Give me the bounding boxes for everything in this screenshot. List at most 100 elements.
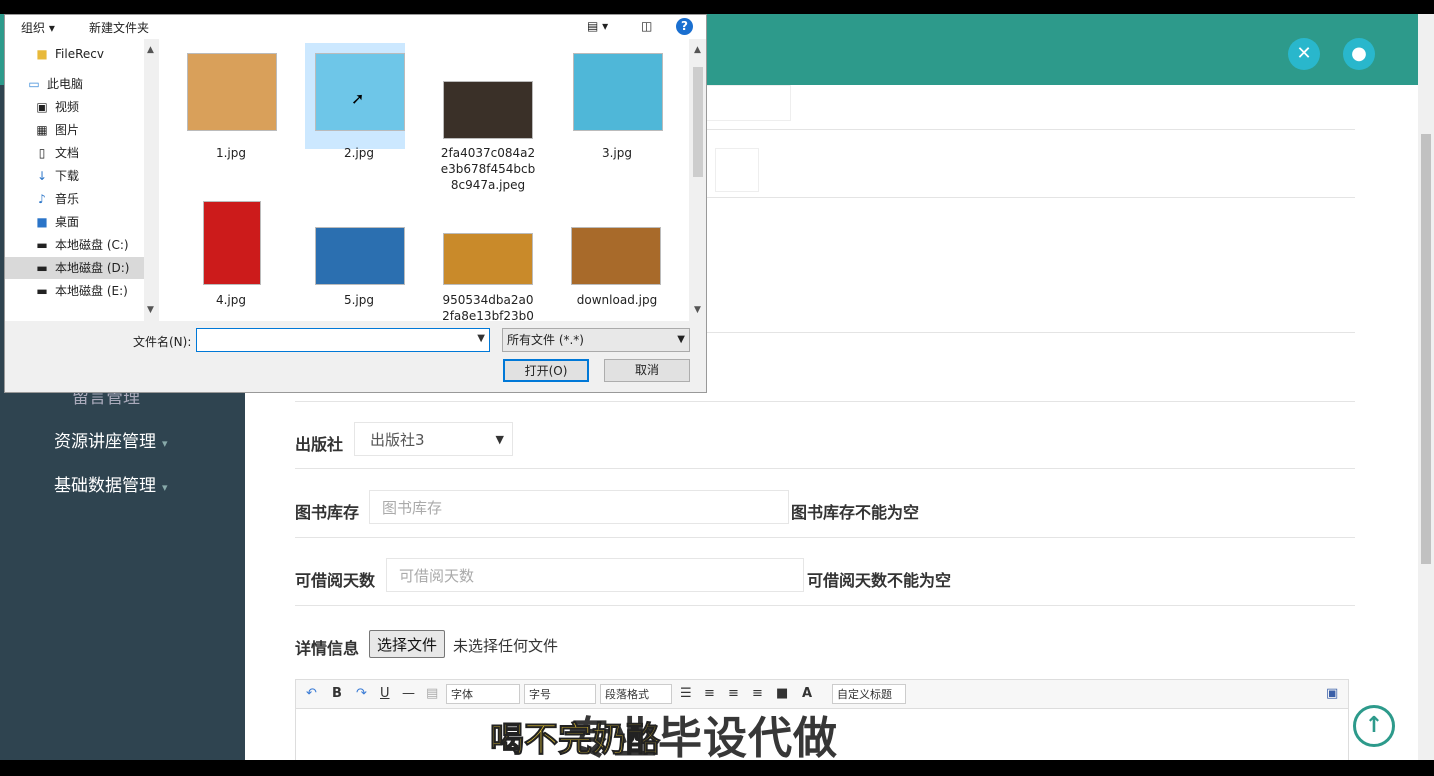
tree-item-drive-d[interactable]: ▬ 本地磁盘 (D:) bbox=[5, 257, 144, 279]
font-size-select[interactable]: 字号 bbox=[524, 684, 596, 704]
tree-item-music[interactable]: ♪ 音乐 bbox=[35, 188, 79, 210]
borrow-days-label: 可借阅天数 bbox=[295, 571, 376, 590]
tree-item-drive-e[interactable]: ▬ 本地磁盘 (E:) bbox=[35, 280, 127, 302]
tree-item-pictures[interactable]: ▦ 图片 bbox=[35, 119, 79, 141]
view-icon[interactable]: ▤ ▾ bbox=[587, 19, 608, 33]
cursor-icon: ➚ bbox=[351, 89, 365, 108]
tree-item-documents[interactable]: ▯ 文档 bbox=[35, 142, 79, 164]
chevron-down-icon: ▼ bbox=[677, 334, 685, 345]
no-file-text: 未选择任何文件 bbox=[453, 637, 559, 655]
scroll-down-icon[interactable]: ▼ bbox=[147, 305, 154, 315]
align-left-icon[interactable]: ≡ bbox=[704, 684, 715, 704]
file-name[interactable]: 5.jpg bbox=[299, 292, 419, 308]
help-icon[interactable]: ? bbox=[676, 18, 693, 35]
clear-format-icon[interactable]: ▤ bbox=[426, 684, 438, 704]
stock-input[interactable]: 图书库存 bbox=[369, 490, 789, 524]
hidden-input bbox=[715, 148, 759, 192]
list-icon[interactable]: ☰ bbox=[680, 684, 692, 704]
tree-item-this-pc[interactable]: ▭ 此电脑 bbox=[27, 73, 83, 95]
page-scrollbar[interactable] bbox=[1418, 14, 1434, 760]
custom-title-select[interactable]: 自定义标题 bbox=[832, 684, 906, 704]
tree-scrollbar[interactable]: ▲ ▼ bbox=[144, 39, 158, 321]
drive-icon: ▬ bbox=[36, 284, 48, 298]
drive-icon: ▬ bbox=[36, 261, 48, 275]
tree-item-desktop[interactable]: ■ 桌面 bbox=[35, 211, 79, 233]
divider bbox=[295, 605, 1355, 606]
download-icon: ↓ bbox=[36, 169, 48, 183]
file-name[interactable]: 2fa4037c084a2 e3b678f454bcb 8c947a.jpeg bbox=[427, 145, 549, 193]
filename-label: 文件名(N): bbox=[133, 335, 192, 349]
open-button[interactable]: 打开(O) bbox=[503, 359, 589, 382]
file-name[interactable]: download.jpg bbox=[557, 292, 677, 308]
file-name[interactable]: 950534dba2a0 2fa8e13bf23b0 bbox=[427, 292, 549, 321]
horizontal-rule-icon[interactable]: — bbox=[402, 684, 415, 704]
justify-icon[interactable]: ■ bbox=[776, 684, 788, 704]
font-select[interactable]: 字体 bbox=[446, 684, 520, 704]
underline-icon[interactable]: U bbox=[380, 684, 390, 704]
preview-pane-icon[interactable]: ◫ bbox=[641, 19, 652, 33]
file-open-dialog: 组织 ▾ 新建文件夹 ▤ ▾ ◫ ? ■ FileRecv ▭ 此电脑 ▣ 视频 ▦ 图… bbox=[4, 14, 707, 393]
stock-label: 图书库存 bbox=[295, 503, 360, 522]
dialog-toolbar: 组织 ▾ 新建文件夹 ▤ ▾ ◫ ? bbox=[5, 15, 706, 39]
scroll-up-icon[interactable]: ▲ bbox=[694, 45, 701, 55]
bold-icon[interactable]: B bbox=[332, 684, 342, 704]
chevron-down-icon[interactable]: ▼ bbox=[477, 333, 485, 344]
cancel-button[interactable]: 取消 bbox=[604, 359, 690, 382]
back-to-top-icon[interactable]: ↑ bbox=[1353, 705, 1395, 747]
subtitle-line2: 喝不完奶酪 bbox=[490, 720, 661, 761]
expand-icon[interactable]: ✕ bbox=[1288, 38, 1320, 70]
tree-item-drive-c[interactable]: ▬ 本地磁盘 (C:) bbox=[35, 234, 128, 256]
file-thumbnail[interactable] bbox=[203, 201, 261, 285]
divider bbox=[295, 401, 1355, 402]
file-thumbnail[interactable] bbox=[571, 227, 661, 285]
scrollbar-thumb[interactable] bbox=[1421, 134, 1431, 564]
divider bbox=[295, 468, 1355, 469]
navigation-tree: ■ FileRecv ▭ 此电脑 ▣ 视频 ▦ 图片 ▯ 文档 ↓ 下载 ♪ 音乐 ■ 桌面 ▬… bbox=[5, 39, 158, 321]
file-thumbnail[interactable] bbox=[573, 53, 663, 131]
chevron-down-icon: ▾ bbox=[162, 481, 168, 494]
music-icon: ♪ bbox=[38, 192, 46, 206]
fullscreen-icon[interactable]: ▣ bbox=[1326, 684, 1338, 704]
new-folder-button[interactable]: 新建文件夹 bbox=[89, 19, 149, 36]
align-center-icon[interactable]: ≡ bbox=[752, 684, 763, 704]
filename-input[interactable]: ▼ bbox=[196, 328, 490, 352]
publisher-select[interactable]: 出版社3 ▼ bbox=[354, 422, 513, 456]
video-icon: ▣ bbox=[36, 100, 48, 114]
stock-error: 图书库存不能为空 bbox=[791, 503, 920, 522]
scroll-down-icon[interactable]: ▼ bbox=[694, 305, 701, 315]
divider bbox=[295, 537, 1355, 538]
paragraph-select[interactable]: 段落格式 bbox=[600, 684, 672, 704]
chevron-down-icon: ▼ bbox=[495, 433, 504, 446]
file-thumbnail[interactable] bbox=[187, 53, 277, 131]
choose-file-button[interactable]: 选择文件 bbox=[369, 630, 446, 658]
document-icon: ▯ bbox=[38, 146, 46, 160]
hidden-input bbox=[705, 85, 791, 121]
tree-item-downloads[interactable]: ↓ 下载 bbox=[35, 165, 79, 187]
redo-icon[interactable]: ↷ bbox=[356, 684, 367, 704]
sidebar-item-lecture[interactable]: 资源讲座管理 ▾ bbox=[54, 427, 168, 452]
tree-item-filerecv[interactable]: ■ FileRecv bbox=[35, 43, 104, 65]
filetype-select[interactable]: 所有文件 (*.*) ▼ bbox=[502, 328, 690, 352]
align-right-icon[interactable]: ≡ bbox=[728, 684, 739, 704]
file-thumbnail[interactable] bbox=[443, 233, 533, 285]
user-icon[interactable]: ● bbox=[1343, 38, 1375, 70]
borrow-days-input[interactable]: 可借阅天数 bbox=[386, 558, 804, 592]
file-name[interactable]: 2.jpg bbox=[299, 145, 419, 161]
file-thumbnail[interactable] bbox=[315, 227, 405, 285]
scrollbar-thumb[interactable] bbox=[693, 67, 703, 177]
file-name[interactable]: 1.jpg bbox=[171, 145, 291, 161]
file-name[interactable]: 3.jpg bbox=[557, 145, 677, 161]
sidebar-item-basic-data[interactable]: 基础数据管理 ▾ bbox=[54, 471, 168, 496]
grid-scrollbar[interactable]: ▲ ▼ bbox=[690, 39, 706, 321]
undo-icon[interactable]: ↶ bbox=[306, 684, 317, 704]
desktop-icon: ■ bbox=[36, 215, 48, 229]
publisher-label: 出版社 bbox=[295, 435, 344, 454]
file-thumbnail[interactable] bbox=[443, 81, 533, 139]
borrow-days-error: 可借阅天数不能为空 bbox=[807, 571, 952, 590]
font-color-icon[interactable]: A bbox=[802, 684, 812, 704]
scroll-up-icon[interactable]: ▲ bbox=[147, 45, 154, 55]
tree-item-video[interactable]: ▣ 视频 bbox=[35, 96, 79, 118]
organize-button[interactable]: 组织 ▾ bbox=[21, 19, 55, 36]
detail-label: 详情信息 bbox=[295, 639, 360, 658]
file-name[interactable]: 4.jpg bbox=[171, 292, 291, 308]
